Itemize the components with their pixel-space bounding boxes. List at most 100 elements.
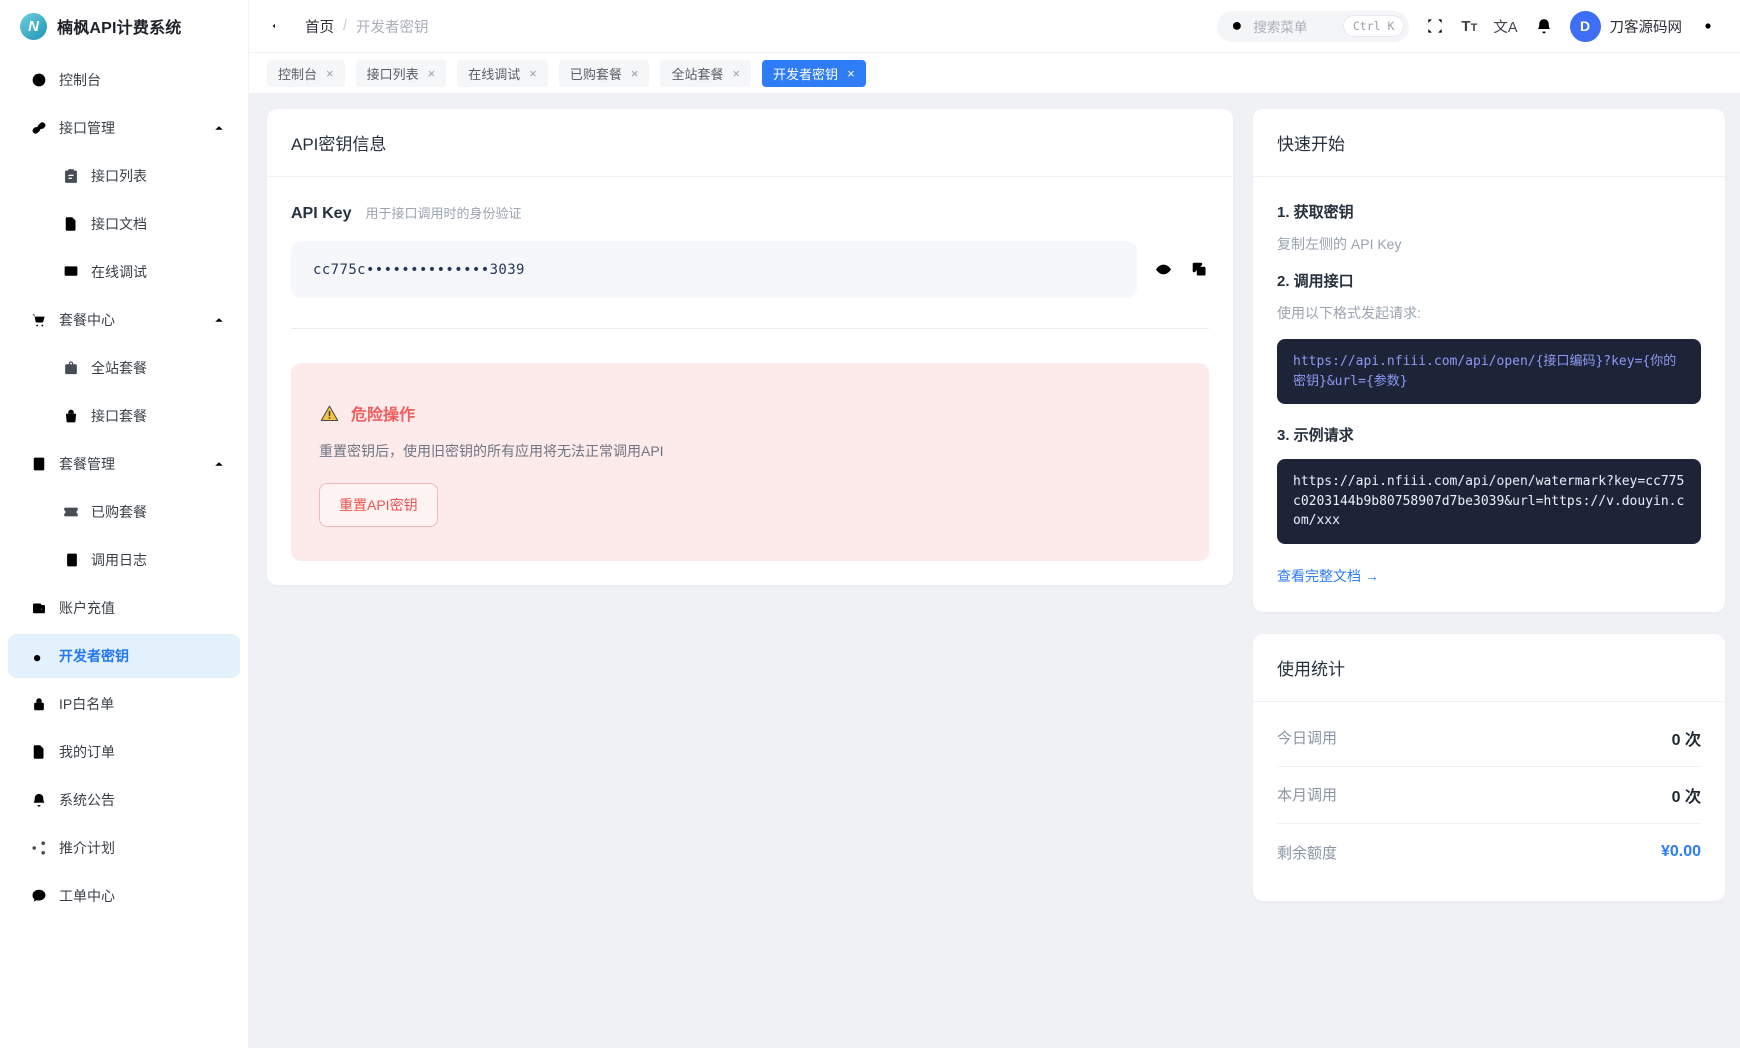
topbar: 首页 / 开发者密钥 搜索菜单 Ctrl K TT 文A D 刀客源码网 xyxy=(249,0,1740,52)
search-icon xyxy=(1230,19,1245,34)
search-shortcut-badge: Ctrl K xyxy=(1342,15,1405,37)
settings-gear-icon[interactable] xyxy=(1698,16,1718,36)
tab-label: 控制台 xyxy=(278,66,318,82)
danger-zone: 危险操作 重置密钥后，使用旧密钥的所有应用将无法正常调用API 重置API密钥 xyxy=(291,363,1209,561)
cart-icon xyxy=(30,311,48,329)
tab-label: 已购套餐 xyxy=(569,66,622,82)
app-logo-row[interactable]: N 楠枫API计费系统 xyxy=(0,0,248,52)
key-icon xyxy=(30,647,48,665)
sidebar-item-system-announcements[interactable]: 系统公告 xyxy=(8,778,240,822)
fullscreen-icon[interactable] xyxy=(1425,16,1445,36)
search-placeholder: 搜索菜单 xyxy=(1253,20,1308,35)
sidebar-item-label: 套餐管理 xyxy=(59,456,115,472)
close-icon[interactable]: × xyxy=(326,67,334,80)
collapse-sidebar-icon[interactable] xyxy=(269,16,289,36)
share-icon xyxy=(30,839,48,857)
reset-api-key-button[interactable]: 重置API密钥 xyxy=(319,483,438,527)
breadcrumb-current: 开发者密钥 xyxy=(356,19,429,36)
tab-purchased-packages[interactable]: 已购套餐 × xyxy=(558,59,650,87)
divider xyxy=(291,328,1209,329)
danger-title: 危险操作 xyxy=(351,407,416,424)
tab-developer-key[interactable]: 开发者密钥 × xyxy=(762,59,866,87)
api-key-label: API Key xyxy=(291,205,352,222)
sidebar-item-label: 控制台 xyxy=(59,72,101,88)
sidebar-item-api-docs[interactable]: 接口文档 xyxy=(8,202,240,246)
notebook-icon xyxy=(62,551,80,569)
usage-value: 0 次 xyxy=(1671,788,1701,806)
font-size-icon[interactable]: TT xyxy=(1461,18,1477,35)
close-icon[interactable]: × xyxy=(529,67,537,80)
step1-description: 复制左侧的 API Key xyxy=(1277,236,1402,252)
sidebar-item-label: 系统公告 xyxy=(59,792,115,808)
sidebar-item-referral-plan[interactable]: 推介计划 xyxy=(8,826,240,870)
usage-value: 0 次 xyxy=(1671,731,1701,749)
notifications-bell-icon[interactable] xyxy=(1534,16,1554,36)
file-text-icon xyxy=(62,215,80,233)
sidebar-group-api-management[interactable]: 接口管理 xyxy=(8,106,240,150)
sidebar-item-developer-key[interactable]: 开发者密钥 xyxy=(8,634,240,678)
warning-triangle-icon xyxy=(319,403,340,424)
sidebar-item-my-orders[interactable]: 我的订单 xyxy=(8,730,240,774)
sidebar-item-label: 在线调试 xyxy=(91,264,147,280)
right-column: 快速开始 1. 获取密钥 复制左侧的 API Key 2. 调用接口 使用以下格… xyxy=(1253,109,1725,901)
doc-check-icon xyxy=(30,743,48,761)
link-icon xyxy=(30,119,48,137)
sidebar-item-label: IP白名单 xyxy=(59,696,115,712)
chat-icon xyxy=(30,887,48,905)
tab-online-debug[interactable]: 在线调试 × xyxy=(457,59,548,87)
gauge-icon xyxy=(30,71,48,89)
sidebar-item-call-logs[interactable]: 调用日志 xyxy=(8,538,240,582)
tab-bar: 控制台 × 接口列表 × 在线调试 × 已购套餐 × 全站套餐 × 开发者密钥 … xyxy=(249,52,1740,93)
briefcase-icon xyxy=(62,359,80,377)
sidebar-item-api-packages[interactable]: 接口套餐 xyxy=(8,394,240,438)
user-menu[interactable]: D 刀客源码网 xyxy=(1569,10,1682,42)
doc-list-icon xyxy=(30,455,48,473)
ticket-icon xyxy=(62,503,80,521)
tab-dashboard[interactable]: 控制台 × xyxy=(267,59,345,87)
sidebar-item-ticket-center[interactable]: 工单中心 xyxy=(8,874,240,918)
quick-start-card: 快速开始 1. 获取密钥 复制左侧的 API Key 2. 调用接口 使用以下格… xyxy=(1253,109,1725,612)
close-icon[interactable]: × xyxy=(631,67,639,80)
sidebar-item-label: 接口文档 xyxy=(91,216,147,232)
eye-icon[interactable] xyxy=(1154,260,1173,279)
sidebar-item-account-recharge[interactable]: 账户充值 xyxy=(8,586,240,630)
usage-row-balance: 剩余额度 ¥0.00 xyxy=(1277,824,1701,881)
tab-api-list[interactable]: 接口列表 × xyxy=(355,59,447,87)
bell-icon xyxy=(30,791,48,809)
sidebar-item-label: 推介计划 xyxy=(59,840,115,856)
app-logo-icon: N xyxy=(20,12,47,40)
breadcrumb: 首页 / 开发者密钥 xyxy=(305,16,429,37)
close-icon[interactable]: × xyxy=(732,67,740,80)
sidebar-group-package-management[interactable]: 套餐管理 xyxy=(8,442,240,486)
step3-title: 3. 示例请求 xyxy=(1277,427,1354,444)
sidebar-item-api-list[interactable]: 接口列表 xyxy=(8,154,240,198)
close-icon[interactable]: × xyxy=(847,67,855,80)
api-key-card: API密钥信息 API Key 用于接口调用时的身份验证 cc775c•••••… xyxy=(267,109,1233,585)
usage-value: ¥0.00 xyxy=(1660,843,1701,860)
usage-label: 本月调用 xyxy=(1277,787,1338,804)
chevron-up-icon xyxy=(212,313,226,327)
quick-start-title: 快速开始 xyxy=(1253,109,1725,177)
search-input[interactable]: 搜索菜单 Ctrl K xyxy=(1217,10,1410,42)
sidebar-item-label: 工单中心 xyxy=(59,888,115,904)
sidebar-item-site-packages[interactable]: 全站套餐 xyxy=(8,346,240,390)
sidebar-item-label: 调用日志 xyxy=(91,552,147,568)
sidebar-item-label: 接口管理 xyxy=(59,120,115,136)
sidebar-menu: 控制台 接口管理 接口列表 接口文档 在线调试 套餐中心 全站套餐 接口套餐 套… xyxy=(0,52,248,918)
api-key-hint: 用于接口调用时的身份验证 xyxy=(365,206,522,221)
font-size-glyph-small: T xyxy=(1470,21,1478,34)
sidebar: N 楠枫API计费系统 控制台 接口管理 接口列表 接口文档 在线调试 套餐中心 xyxy=(0,0,249,1048)
tab-site-packages[interactable]: 全站套餐 × xyxy=(660,59,752,87)
sidebar-item-purchased-packages[interactable]: 已购套餐 xyxy=(8,490,240,534)
usage-label: 剩余额度 xyxy=(1277,844,1338,862)
copy-icon[interactable] xyxy=(1190,260,1209,279)
breadcrumb-home[interactable]: 首页 xyxy=(305,16,334,37)
sidebar-item-ip-whitelist[interactable]: IP白名单 xyxy=(8,682,240,726)
translate-icon[interactable]: 文A xyxy=(1493,16,1517,37)
sidebar-item-dashboard[interactable]: 控制台 xyxy=(8,58,240,102)
sidebar-item-online-debug[interactable]: 在线调试 xyxy=(8,250,240,294)
view-full-docs-link[interactable]: 查看完整文档 → xyxy=(1277,566,1379,586)
breadcrumb-separator: / xyxy=(343,18,348,34)
sidebar-group-package-center[interactable]: 套餐中心 xyxy=(8,298,240,342)
close-icon[interactable]: × xyxy=(428,67,436,80)
